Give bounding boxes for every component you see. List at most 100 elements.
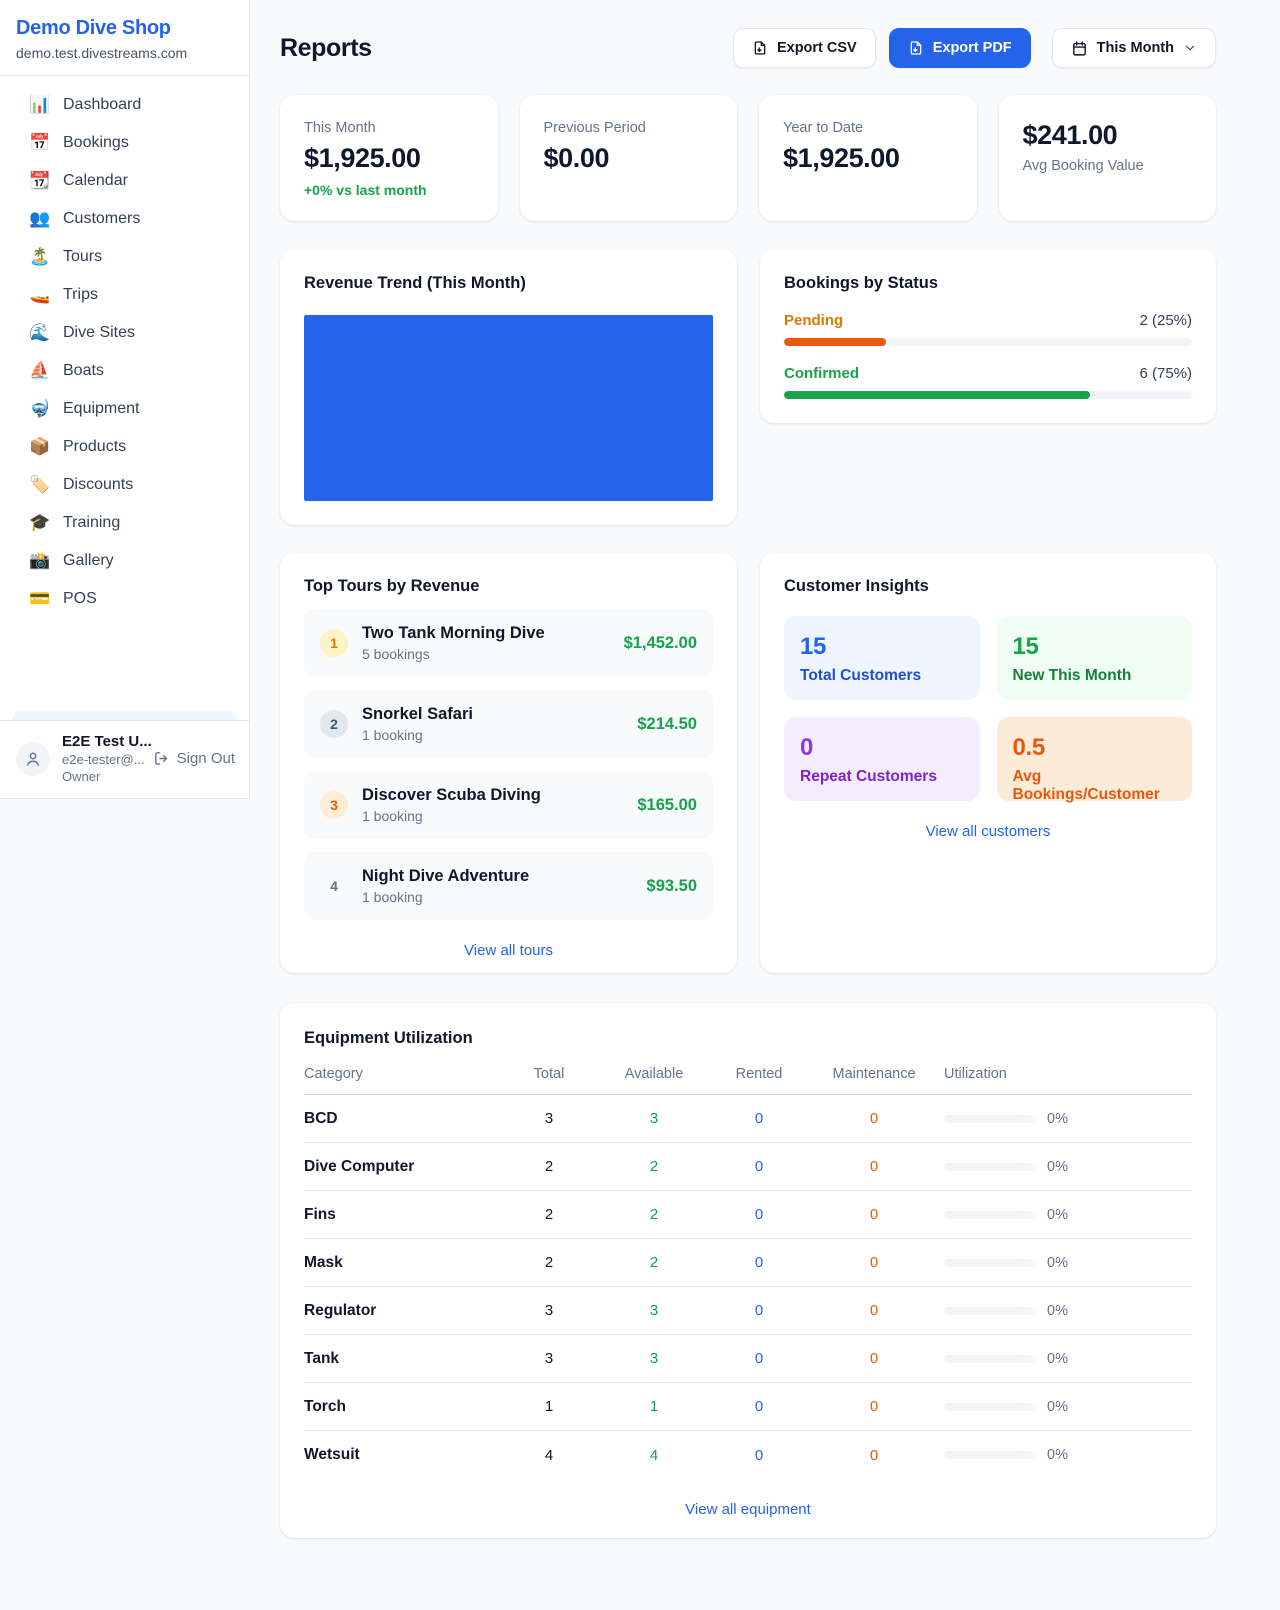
equipment-maintenance: 0 bbox=[804, 1302, 944, 1319]
sidebar-item-customers[interactable]: 👥Customers bbox=[0, 200, 249, 238]
equipment-maintenance: 0 bbox=[804, 1206, 944, 1223]
sidebar-item-label: Bookings bbox=[63, 134, 129, 152]
stat-label: Avg Booking Value bbox=[1023, 158, 1193, 174]
table-row: Wetsuit 4 4 0 0 0% bbox=[304, 1431, 1192, 1479]
diving-mask-icon: 🤿 bbox=[29, 399, 51, 419]
equipment-category: Tank bbox=[304, 1350, 504, 1368]
sidebar-item-reports-partial[interactable] bbox=[12, 711, 237, 720]
sidebar-item-gallery[interactable]: 📸Gallery bbox=[0, 542, 249, 580]
sidebar-item-label: Products bbox=[63, 438, 126, 456]
sign-out-icon bbox=[153, 750, 170, 767]
graduation-cap-icon: 🎓 bbox=[29, 513, 51, 533]
equipment-rented: 0 bbox=[714, 1302, 804, 1319]
utilization-cell: 0% bbox=[944, 1255, 1192, 1271]
equipment-category: Mask bbox=[304, 1254, 504, 1272]
file-export-icon bbox=[752, 40, 768, 56]
chevron-down-icon bbox=[1183, 41, 1197, 55]
table-row: Torch 1 1 0 0 0% bbox=[304, 1383, 1192, 1431]
table-row: BCD 3 3 0 0 0% bbox=[304, 1095, 1192, 1143]
bookings-calendar-icon: 📅 bbox=[29, 133, 51, 153]
insight-value: 0.5 bbox=[1013, 734, 1177, 762]
brand: Demo Dive Shop demo.test.divestreams.com bbox=[0, 0, 249, 76]
user-meta: E2E Test U... e2e-tester@... Owner bbox=[62, 733, 141, 784]
period-label: This Month bbox=[1097, 40, 1174, 56]
top-tours-title: Top Tours by Revenue bbox=[304, 577, 713, 596]
utilization-cell: 0% bbox=[944, 1159, 1192, 1175]
equipment-total: 2 bbox=[504, 1158, 594, 1175]
sidebar-item-training[interactable]: 🎓Training bbox=[0, 504, 249, 542]
view-all-customers-link[interactable]: View all customers bbox=[784, 823, 1192, 840]
equipment-maintenance: 0 bbox=[804, 1110, 944, 1127]
table-row: Fins 2 2 0 0 0% bbox=[304, 1191, 1192, 1239]
insight-grid: 15 Total Customers 15 New This Month 0 R… bbox=[784, 616, 1192, 801]
tour-bookings: 5 bookings bbox=[362, 646, 545, 662]
view-all-equipment-link[interactable]: View all equipment bbox=[304, 1501, 1192, 1518]
export-pdf-button[interactable]: Export PDF bbox=[889, 28, 1031, 68]
progress-track bbox=[784, 391, 1192, 399]
equipment-category: Dive Computer bbox=[304, 1158, 504, 1176]
rank-badge: 4 bbox=[320, 872, 348, 900]
view-all-tours-link[interactable]: View all tours bbox=[304, 942, 713, 959]
sign-out-label: Sign Out bbox=[177, 750, 235, 767]
sidebar-item-pos[interactable]: 💳POS bbox=[0, 580, 249, 618]
shop-name: Demo Dive Shop bbox=[16, 17, 233, 40]
stat-value: $0.00 bbox=[544, 143, 714, 174]
equipment-maintenance: 0 bbox=[804, 1350, 944, 1367]
tour-revenue: $1,452.00 bbox=[624, 634, 697, 653]
tour-bookings: 1 booking bbox=[362, 727, 473, 743]
table-row: Mask 2 2 0 0 0% bbox=[304, 1239, 1192, 1287]
sidebar-item-label: Discounts bbox=[63, 476, 133, 494]
column-header-rented: Rented bbox=[714, 1066, 804, 1082]
tour-row: 4 Night Dive Adventure1 booking $93.50 bbox=[304, 852, 713, 920]
table-row: Tank 3 3 0 0 0% bbox=[304, 1335, 1192, 1383]
utilization-cell: 0% bbox=[944, 1447, 1192, 1463]
equipment-table-header: Category Total Available Rented Maintena… bbox=[304, 1066, 1192, 1095]
sidebar-item-dashboard[interactable]: 📊Dashboard bbox=[0, 86, 249, 124]
utilization-track bbox=[944, 1403, 1034, 1411]
page-header: Reports Export CSV Export PDF This Month bbox=[280, 28, 1216, 68]
equipment-available: 3 bbox=[594, 1302, 714, 1319]
export-csv-label: Export CSV bbox=[777, 40, 857, 56]
insights-row: Top Tours by Revenue 1 Two Tank Morning … bbox=[280, 553, 1216, 973]
equipment-total: 3 bbox=[504, 1350, 594, 1367]
status-row-confirmed: Confirmed 6 (75%) bbox=[784, 365, 1192, 399]
sidebar-item-dive-sites[interactable]: 🌊Dive Sites bbox=[0, 314, 249, 352]
island-icon: 🏝️ bbox=[29, 247, 51, 267]
equipment-available: 1 bbox=[594, 1398, 714, 1415]
column-header-total: Total bbox=[504, 1066, 594, 1082]
sidebar-item-equipment[interactable]: 🤿Equipment bbox=[0, 390, 249, 428]
tag-icon: 🏷️ bbox=[29, 475, 51, 495]
sidebar-item-bookings[interactable]: 📅 Bookings bbox=[0, 124, 249, 162]
sign-out-button[interactable]: Sign Out bbox=[153, 750, 235, 767]
utilization-percent: 0% bbox=[1047, 1159, 1068, 1175]
equipment-total: 3 bbox=[504, 1110, 594, 1127]
stats-row: This Month $1,925.00 +0% vs last month P… bbox=[280, 95, 1216, 221]
equipment-rented: 0 bbox=[714, 1254, 804, 1271]
equipment-total: 2 bbox=[504, 1254, 594, 1271]
utilization-percent: 0% bbox=[1047, 1303, 1068, 1319]
tour-name: Night Dive Adventure bbox=[362, 867, 529, 886]
sidebar-item-trips[interactable]: 🚤Trips bbox=[0, 276, 249, 314]
stat-label: This Month bbox=[304, 120, 474, 136]
period-dropdown[interactable]: This Month bbox=[1052, 28, 1216, 68]
calendar-outline-icon bbox=[1071, 40, 1088, 57]
sidebar-item-boats[interactable]: ⛵Boats bbox=[0, 352, 249, 390]
stat-value: $1,925.00 bbox=[304, 143, 474, 174]
insight-value: 15 bbox=[1013, 633, 1177, 661]
sidebar-item-discounts[interactable]: 🏷️ Discounts bbox=[0, 466, 249, 504]
utilization-cell: 0% bbox=[944, 1111, 1192, 1127]
sidebar-item-tours[interactable]: 🏝️Tours bbox=[0, 238, 249, 276]
equipment-total: 3 bbox=[504, 1302, 594, 1319]
rank-badge: 3 bbox=[320, 791, 348, 819]
user-panel: E2E Test U... e2e-tester@... Owner Sign … bbox=[0, 720, 249, 798]
export-csv-button[interactable]: Export CSV bbox=[733, 28, 876, 68]
insight-tile-new-this-month: 15 New This Month bbox=[997, 616, 1193, 700]
sidebar-item-label: Calendar bbox=[63, 172, 128, 190]
progress-fill bbox=[784, 391, 1090, 399]
user-name: E2E Test U... bbox=[62, 733, 141, 750]
user-email: e2e-tester@... bbox=[62, 752, 141, 767]
insight-value: 0 bbox=[800, 734, 964, 762]
sidebar-item-calendar[interactable]: 📆Calendar bbox=[0, 162, 249, 200]
stat-value: $241.00 bbox=[1023, 120, 1193, 151]
sidebar-item-products[interactable]: 📦Products bbox=[0, 428, 249, 466]
